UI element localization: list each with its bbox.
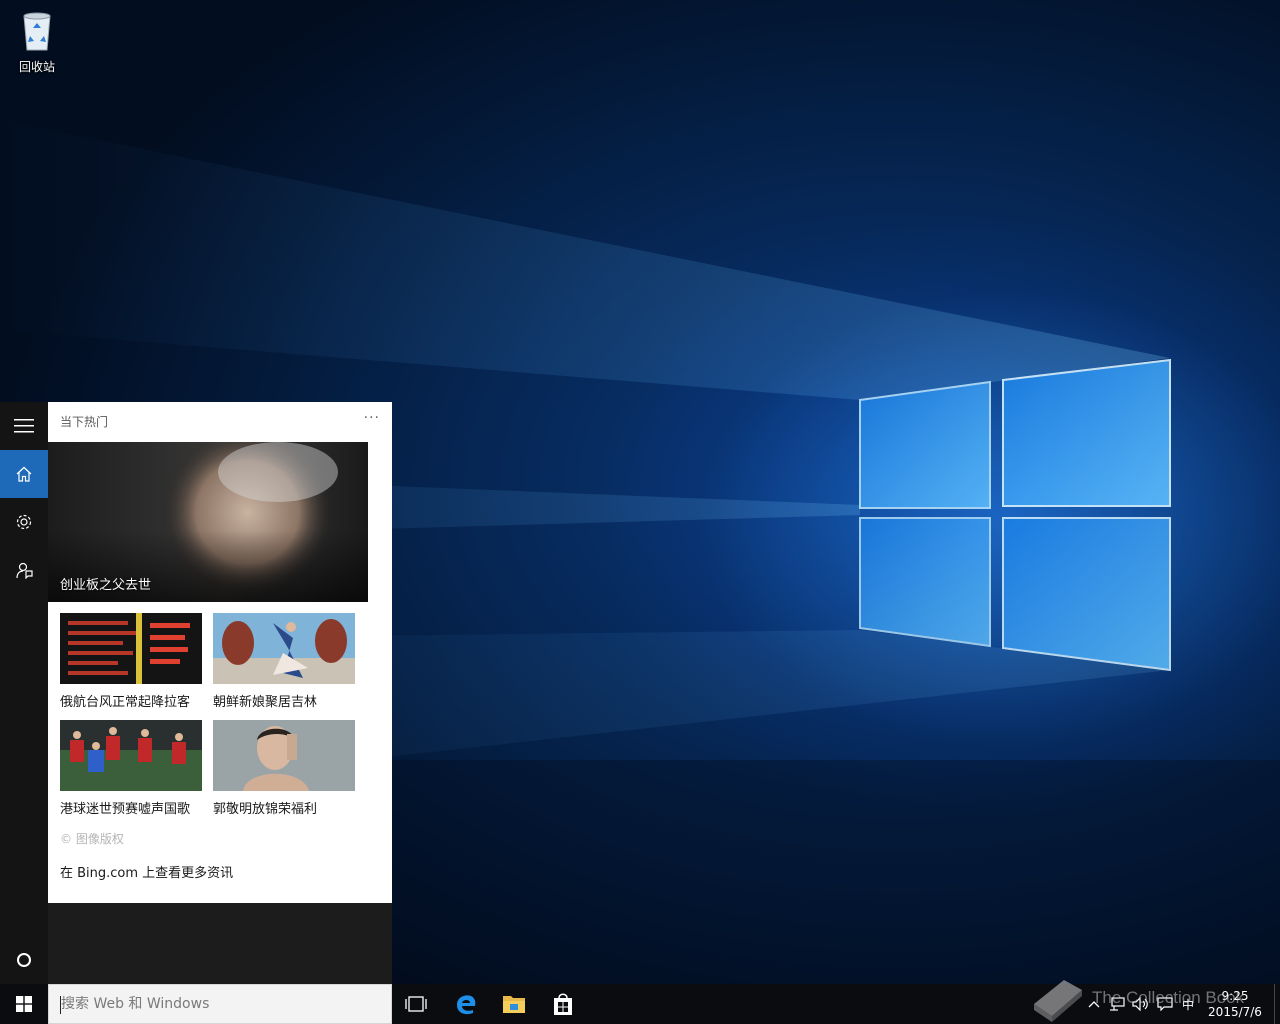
cortana-button[interactable] xyxy=(0,936,48,984)
recycle-bin-shortcut[interactable]: 回收站 xyxy=(8,8,66,80)
section-title: 当下热门 xyxy=(60,415,109,429)
football-image xyxy=(60,720,202,791)
edge-browser-button[interactable] xyxy=(442,984,490,1024)
clock[interactable]: 9:25 2015/7/6 xyxy=(1202,988,1268,1020)
news-thumb-1[interactable] xyxy=(60,613,202,684)
file-explorer-button[interactable] xyxy=(490,984,538,1024)
dancer-image xyxy=(213,613,355,684)
show-desktop-button[interactable] xyxy=(1274,984,1280,1024)
home-button[interactable] xyxy=(0,450,48,498)
chevron-up-icon xyxy=(1088,1001,1100,1008)
gear-icon xyxy=(16,514,32,530)
store-button[interactable] xyxy=(539,984,587,1024)
home-icon xyxy=(16,466,32,482)
news-caption-1[interactable]: 俄航台风正常起降拉客 xyxy=(60,691,190,710)
store-bag-icon xyxy=(554,993,572,1015)
more-options-button[interactable]: ··· xyxy=(364,410,380,426)
flight-board-image xyxy=(60,613,202,684)
windows-logo-icon xyxy=(16,996,32,1012)
cortana-news-panel: 当下热门 ··· 创业板之父去世 俄航台风正常起降拉客 朝鲜新娘聚居吉林 港球迷… xyxy=(48,402,392,903)
settings-button[interactable] xyxy=(0,498,48,546)
task-view-icon xyxy=(405,996,427,1012)
search-box[interactable] xyxy=(48,984,392,1024)
speaker-icon xyxy=(1132,997,1148,1011)
network-button[interactable] xyxy=(1108,996,1126,1012)
taskbar: 中 9:25 2015/7/6 xyxy=(0,984,1280,1024)
recycle-bin-label: 回收站 xyxy=(18,60,55,74)
input-method-indicator[interactable]: 中 xyxy=(1182,996,1194,1013)
volume-button[interactable] xyxy=(1132,996,1150,1012)
cortana-left-rail xyxy=(0,402,48,984)
feedback-icon xyxy=(16,562,33,579)
cortana-circle-icon xyxy=(17,953,31,967)
bing-more-news-link[interactable]: 在 Bing.com 上查看更多资讯 xyxy=(60,862,233,881)
clock-date: 2015/7/6 xyxy=(1208,1005,1262,1019)
hamburger-icon xyxy=(14,419,34,433)
network-icon xyxy=(1110,997,1125,1011)
action-center-button[interactable] xyxy=(1156,996,1174,1012)
edge-icon xyxy=(457,995,476,1015)
search-input[interactable] xyxy=(49,985,391,1023)
folder-icon xyxy=(503,996,525,1013)
news-thumb-2[interactable] xyxy=(213,613,355,684)
hamburger-menu-button[interactable] xyxy=(0,402,48,450)
hero-news-caption[interactable]: 创业板之父去世 xyxy=(60,574,151,593)
news-caption-4[interactable]: 郭敬明放锦荣福利 xyxy=(213,798,317,817)
news-caption-2[interactable]: 朝鲜新娘聚居吉林 xyxy=(213,691,317,710)
text-caret xyxy=(60,996,61,1014)
start-button[interactable] xyxy=(0,984,48,1024)
task-view-button[interactable] xyxy=(392,984,440,1024)
cortana-panel-footer xyxy=(48,903,392,984)
notification-icon xyxy=(1157,997,1173,1011)
clock-time: 9:25 xyxy=(1221,989,1249,1003)
show-hidden-icons-button[interactable] xyxy=(1085,996,1103,1012)
portrait-image xyxy=(213,720,355,791)
recycle-bin-icon xyxy=(23,12,51,51)
feedback-button[interactable] xyxy=(0,546,48,594)
news-thumb-4[interactable] xyxy=(213,720,355,791)
image-copyright: © 图像版权 xyxy=(60,832,124,846)
news-thumb-3[interactable] xyxy=(60,720,202,791)
news-caption-3[interactable]: 港球迷世预赛嘘声国歌 xyxy=(60,798,190,817)
